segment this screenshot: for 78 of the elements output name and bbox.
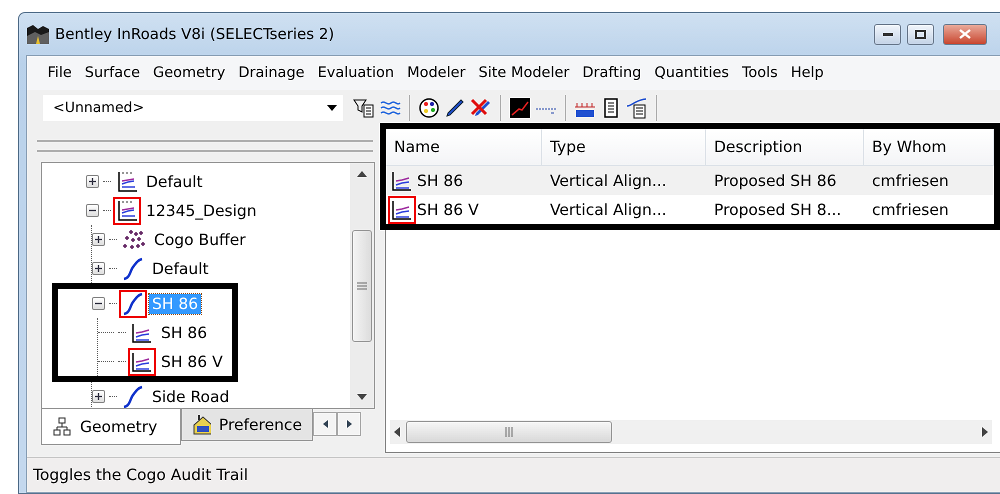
column-header[interactable]: Name	[386, 129, 542, 166]
splitter-grip[interactable]	[37, 140, 373, 152]
vertical-scrollbar[interactable]	[350, 163, 374, 408]
table-cell: Proposed SH 8...	[714, 200, 842, 218]
collapse-toggle[interactable]	[86, 204, 99, 217]
maximize-icon	[915, 30, 926, 38]
expand-toggle[interactable]	[92, 233, 105, 246]
scroll-thumb[interactable]	[352, 230, 372, 342]
table-cell: cmfriesen	[872, 172, 949, 190]
plus-icon	[95, 236, 102, 243]
line-chart-icon[interactable]	[509, 97, 531, 119]
menu-item[interactable]: Surface	[78, 65, 147, 81]
close-button[interactable]	[943, 24, 987, 44]
column-header[interactable]: By Whom	[864, 129, 994, 166]
tree-item[interactable]: SH 86 V	[158, 352, 226, 372]
horizontal-scrollbar[interactable]	[390, 420, 992, 444]
plus-icon	[95, 265, 102, 272]
window-title: Bentley InRoads V8i (SELECTseries 2)	[55, 25, 336, 43]
tab-scroll-right-button[interactable]	[337, 412, 361, 436]
table-cell: cmfriesen	[872, 200, 949, 218]
table-cell: Vertical Align...	[550, 172, 667, 190]
column-header[interactable]: Type	[542, 129, 706, 166]
scroll-left-icon[interactable]	[394, 427, 400, 437]
tree-item[interactable]: 12345_Design	[143, 200, 260, 220]
tab-scroll-left-button[interactable]	[313, 412, 337, 436]
minimize-icon	[882, 32, 892, 36]
menu-item[interactable]: Site Modeler	[472, 65, 576, 81]
left-arrow-icon	[322, 420, 328, 428]
menu-item[interactable]: Quantities	[648, 65, 736, 81]
scroll-down-icon[interactable]	[357, 394, 367, 400]
dropdown-arrow-icon	[327, 105, 337, 111]
table-cell: Vertical Align...	[550, 200, 667, 218]
scroll-thumb[interactable]	[406, 421, 612, 443]
hierarchy-icon	[52, 416, 72, 436]
tree-item[interactable]: Cogo Buffer	[151, 230, 249, 250]
maximize-button[interactable]	[907, 24, 934, 44]
expand-toggle[interactable]	[86, 175, 99, 188]
close-icon	[959, 29, 971, 39]
app-logo-icon	[27, 24, 49, 44]
tab[interactable]: Geometry	[41, 409, 181, 445]
tab[interactable]: Preference	[181, 409, 313, 441]
scroll-up-icon[interactable]	[357, 171, 367, 177]
menu-item[interactable]: Evaluation	[311, 65, 401, 81]
menu-item[interactable]: Help	[784, 65, 830, 81]
grip-icon	[505, 427, 513, 437]
menu-item[interactable]: Geometry	[146, 65, 232, 81]
tree-item[interactable]: Default	[149, 258, 212, 278]
palette-icon[interactable]	[418, 97, 440, 119]
menu-item[interactable]: Tools	[735, 65, 784, 81]
menu-item[interactable]: Drainage	[232, 65, 312, 81]
pen-icon[interactable]	[444, 97, 466, 119]
table-cell: SH 86 V	[417, 200, 479, 218]
menu-item[interactable]: Modeler	[400, 65, 472, 81]
house-icon	[192, 414, 211, 436]
status-text: Toggles the Cogo Audit Trail	[33, 466, 248, 484]
tree-item[interactable]: SH 86	[158, 322, 210, 342]
scroll-right-icon[interactable]	[982, 427, 988, 437]
tree-item[interactable]: Default	[143, 172, 206, 192]
minus-icon	[95, 300, 102, 307]
table-cell: SH 86	[417, 172, 464, 190]
plus-icon	[95, 393, 102, 400]
expand-toggle[interactable]	[92, 390, 105, 403]
expand-toggle[interactable]	[92, 262, 105, 275]
right-arrow-icon	[346, 420, 352, 428]
curve-report-icon[interactable]	[626, 97, 648, 119]
collapse-toggle[interactable]	[92, 297, 105, 310]
plus-icon	[89, 178, 96, 185]
column-header[interactable]: Description	[706, 129, 864, 166]
minus-icon	[89, 207, 96, 214]
menu-item[interactable]: File	[41, 65, 78, 81]
filter-list-icon[interactable]	[353, 97, 375, 119]
table-cell: Proposed SH 86	[714, 172, 836, 190]
tree-item[interactable]: Side Road	[149, 386, 232, 406]
menu-item[interactable]: Drafting	[576, 65, 648, 81]
project-dropdown[interactable]: <Unnamed>	[43, 95, 343, 121]
delete-pen-icon[interactable]	[470, 97, 492, 119]
grip-icon	[357, 282, 367, 290]
minimize-button[interactable]	[874, 24, 901, 44]
